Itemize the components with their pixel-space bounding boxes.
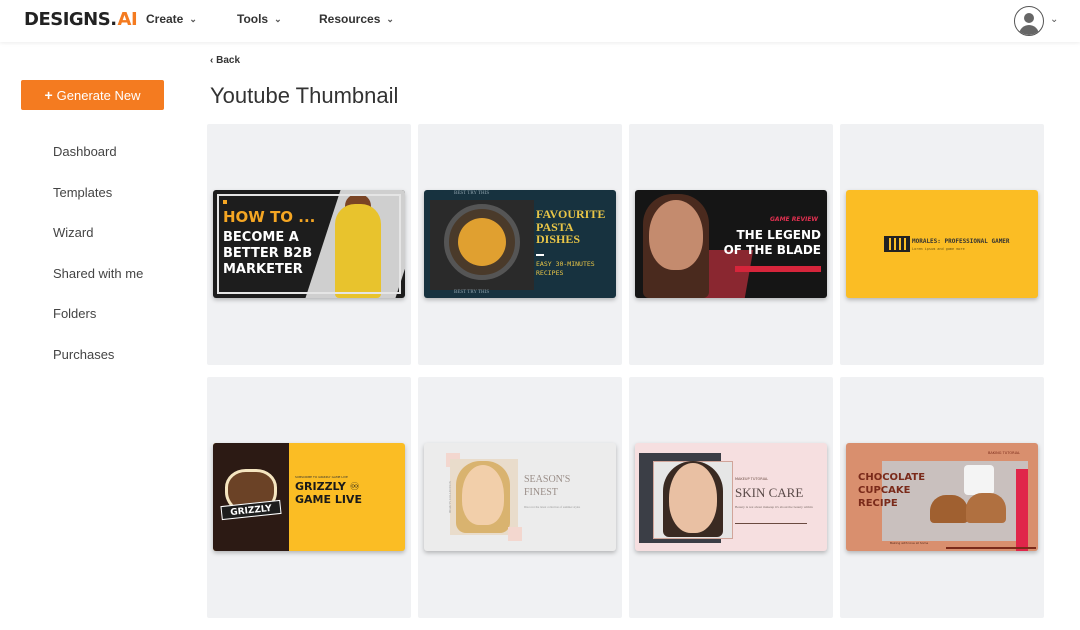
thumb-title: CHOCOLATE CUPCAKE RECIPE	[858, 472, 926, 509]
thumb-title: SEASON'S FINEST	[524, 474, 571, 498]
chevron-left-icon: ‹	[210, 55, 214, 66]
thumb-header: BEST TRY THIS	[454, 191, 490, 196]
template-thumbnail[interactable]: GAME REVIEW THE LEGEND OF THE BLADE	[635, 190, 827, 298]
template-card[interactable]: MAKEUP TUTORIAL SKIN CARE Beauty is not …	[629, 377, 833, 618]
template-card[interactable]: BEAUTY COLLECTION SEASON'S FINEST Discov…	[418, 377, 622, 618]
chevron-down-icon: ⌄	[189, 13, 197, 24]
back-label: Back	[216, 55, 241, 66]
chevron-down-icon[interactable]: ⌄	[1050, 14, 1058, 25]
mug-image	[964, 465, 994, 495]
thumb-small-text: SUBSCRIBE TO GRIZZLY GAME LIVE	[295, 475, 348, 479]
user-avatar-icon[interactable]	[1014, 6, 1044, 36]
nav-tools-label: Tools	[237, 12, 269, 26]
template-card[interactable]: MORALES: PROFESSIONAL GAMER Lorem ipsum …	[840, 124, 1044, 365]
person-image	[669, 463, 717, 533]
thumb-subtitle: EASY 30-MINUTES RECIPES	[536, 260, 595, 278]
chevron-down-icon: ⌄	[386, 13, 394, 24]
thumb-description: Discover the latest collection of summer…	[524, 505, 581, 509]
template-thumbnail[interactable]: MAKEUP TUTORIAL SKIN CARE Beauty is not …	[635, 443, 827, 551]
template-thumbnail[interactable]: BAKING TUTORIAL CHOCOLATE CUPCAKE RECIPE…	[846, 443, 1038, 551]
battery-icon	[884, 236, 910, 252]
person-image	[462, 465, 504, 525]
thumb-footer: Baking with love at home	[890, 541, 929, 545]
chevron-down-icon: ⌄	[274, 13, 282, 24]
thumb-tag: BAKING TUTORIAL	[988, 451, 1020, 455]
plus-icon: +	[44, 87, 53, 103]
nav-create-label: Create	[146, 12, 184, 26]
sidebar-item-purchases[interactable]: Purchases	[53, 347, 114, 362]
back-link[interactable]: ‹ Back	[210, 55, 240, 66]
sidebar-item-wizard[interactable]: Wizard	[53, 225, 93, 240]
thumb-description: Beauty is not about makeup it's about th…	[735, 505, 813, 509]
template-thumbnail[interactable]: HOW TO ... BECOME A BETTER B2B MARKETER	[213, 190, 405, 298]
template-thumbnail[interactable]: GRIZZLY SUBSCRIBE TO GRIZZLY GAME LIVE G…	[213, 443, 405, 551]
logo-text: DESIGNS.	[24, 9, 117, 30]
template-card[interactable]: HOW TO ... BECOME A BETTER B2B MARKETER	[207, 124, 411, 365]
sidebar-item-shared[interactable]: Shared with me	[53, 266, 143, 281]
top-navbar: DESIGNS. AI Create ⌄ Tools ⌄ Resources ⌄ …	[0, 0, 1080, 42]
template-thumbnail[interactable]: BEAUTY COLLECTION SEASON'S FINEST Discov…	[424, 443, 616, 551]
nav-resources-label: Resources	[319, 12, 381, 26]
thumb-title: SKIN CARE	[735, 485, 804, 500]
thumb-subtitle: Lorem ipsum and game more	[912, 247, 965, 251]
thumb-line: MARKETER	[223, 262, 303, 277]
thumb-line: BETTER B2B	[223, 246, 313, 261]
thumb-vertical-text: BEAUTY COLLECTION	[447, 481, 452, 513]
template-thumbnail[interactable]: BEST TRY THIS FAVOURITE PASTA DISHES EAS…	[424, 190, 616, 298]
thumb-title: FAVOURITE PASTA DISHES	[536, 207, 606, 247]
thumb-line: BECOME A	[223, 230, 299, 245]
nav-tools[interactable]: Tools ⌄	[237, 12, 282, 26]
template-card[interactable]: BEST TRY THIS FAVOURITE PASTA DISHES EAS…	[418, 124, 622, 365]
nav-create[interactable]: Create ⌄	[146, 12, 197, 26]
sidebar-item-folders[interactable]: Folders	[53, 306, 96, 321]
thumb-footer: BEST TRY THIS	[454, 290, 490, 295]
template-card[interactable]: GRIZZLY SUBSCRIBE TO GRIZZLY GAME LIVE G…	[207, 377, 411, 618]
generate-new-button[interactable]: + Generate New	[21, 80, 164, 110]
thumb-tag: MAKEUP TUTORIAL	[735, 477, 769, 481]
thumb-tag: GAME REVIEW	[770, 216, 819, 223]
sidebar-item-templates[interactable]: Templates	[53, 185, 112, 200]
thumb-title: GRIZZLY ♾ GAME LIVE	[295, 480, 362, 506]
logo-ai-text: AI	[117, 9, 138, 30]
nav-resources[interactable]: Resources ⌄	[319, 12, 394, 26]
thumb-title: MORALES: PROFESSIONAL GAMER	[912, 238, 1010, 245]
template-thumbnail[interactable]: MORALES: PROFESSIONAL GAMER Lorem ipsum …	[846, 190, 1038, 298]
designs-ai-logo[interactable]: DESIGNS. AI	[24, 9, 138, 30]
person-image	[649, 200, 703, 270]
template-card[interactable]: BAKING TUTORIAL CHOCOLATE CUPCAKE RECIPE…	[840, 377, 1044, 618]
cupcake-image	[966, 493, 1006, 523]
sidebar-item-dashboard[interactable]: Dashboard	[53, 144, 117, 159]
cupcake-image	[930, 495, 968, 523]
thumb-title: THE LEGEND OF THE BLADE	[723, 228, 821, 257]
thumb-heading: HOW TO ...	[223, 208, 316, 226]
generate-new-label: Generate New	[56, 87, 141, 103]
template-card[interactable]: GAME REVIEW THE LEGEND OF THE BLADE	[629, 124, 833, 365]
page-title: Youtube Thumbnail	[210, 83, 399, 108]
